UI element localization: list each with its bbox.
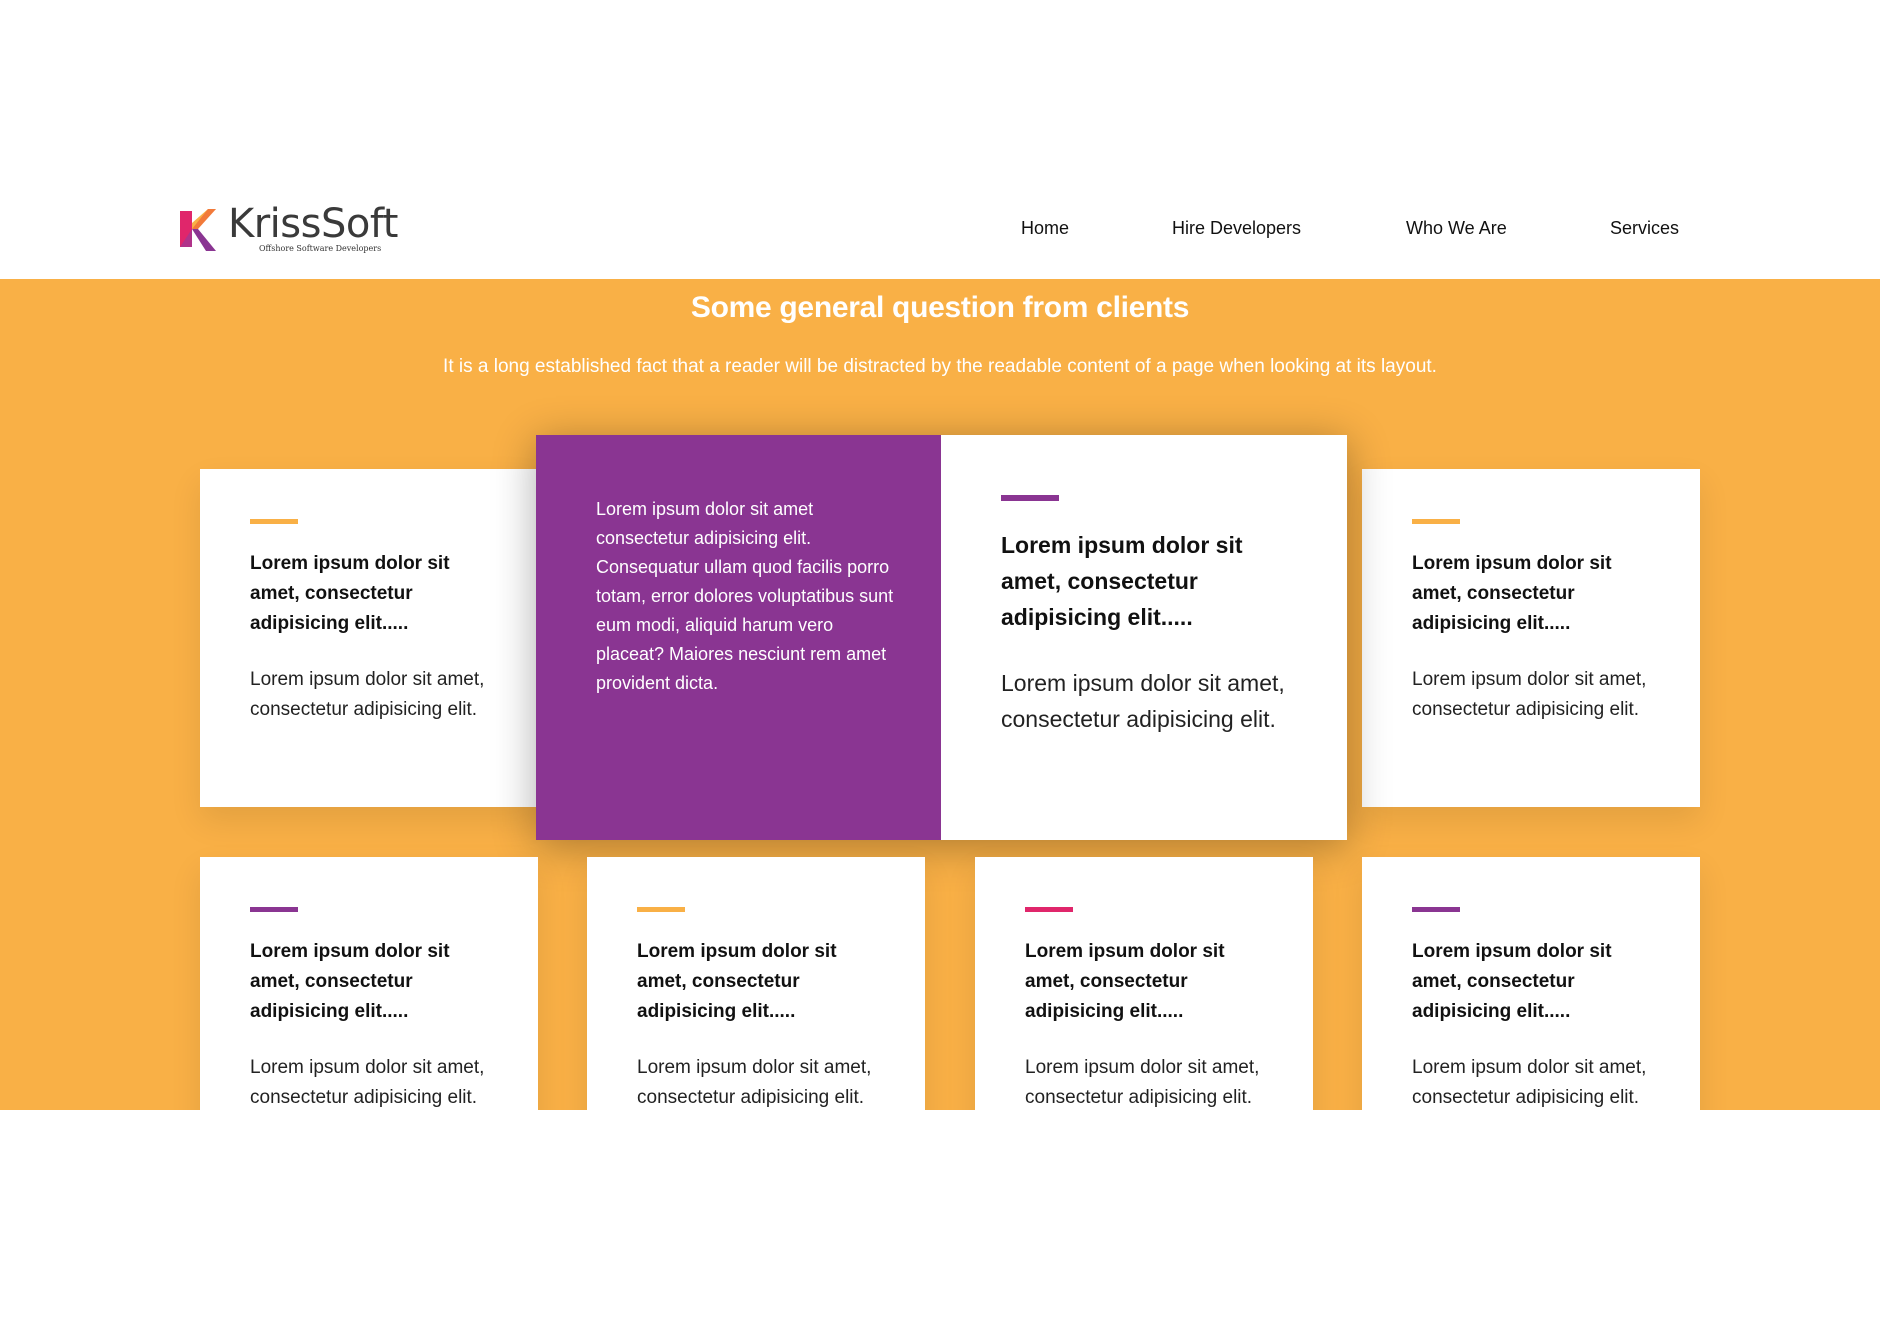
- nav-home[interactable]: Home: [1021, 218, 1069, 239]
- card-title: Lorem ipsum dolor sit amet, consectetur …: [637, 941, 837, 1022]
- faq-card: Lorem ipsum dolor sit amet, consectetur …: [200, 469, 538, 807]
- card-text: Lorem ipsum dolor sit amet, consectetur …: [1412, 1057, 1647, 1108]
- faq-card: Lorem ipsum dolor sit amet, consectetur …: [1362, 857, 1700, 1110]
- faq-card: Lorem ipsum dolor sit amet, consectetur …: [975, 857, 1313, 1110]
- card-text: Lorem ipsum dolor sit amet, consectetur …: [1025, 1057, 1260, 1108]
- card-text: Lorem ipsum dolor sit amet, consectetur …: [250, 669, 485, 720]
- brand-logo[interactable]: KrissSoft Offshore Software Developers: [178, 201, 398, 259]
- card-accent-bar: [1025, 907, 1073, 912]
- brand-name: KrissSoft: [228, 201, 398, 247]
- nav-hire-developers[interactable]: Hire Developers: [1172, 218, 1301, 239]
- faq-card: Lorem ipsum dolor sit amet, consectetur …: [200, 857, 538, 1110]
- card-title: Lorem ipsum dolor sit amet, consectetur …: [250, 941, 450, 1022]
- brand-tagline: Offshore Software Developers: [259, 244, 382, 253]
- featured-description: Lorem ipsum dolor sit amet consectetur a…: [596, 499, 894, 693]
- card-accent-bar: [250, 907, 298, 912]
- card-title: Lorem ipsum dolor sit amet, consectetur …: [1412, 553, 1612, 634]
- faq-card: Lorem ipsum dolor sit amet, consectetur …: [587, 857, 925, 1110]
- card-text: Lorem ipsum dolor sit amet, consectetur …: [250, 1057, 485, 1108]
- card-accent-bar: [1412, 907, 1460, 912]
- card-accent-bar: [637, 907, 685, 912]
- card-accent-bar: [1412, 519, 1460, 524]
- nav-services[interactable]: Services: [1610, 218, 1679, 239]
- faq-card: Lorem ipsum dolor sit amet, consectetur …: [1362, 469, 1700, 807]
- card-text: Lorem ipsum dolor sit amet, consectetur …: [1412, 669, 1647, 720]
- card-text: Lorem ipsum dolor sit amet, consectetur …: [1001, 670, 1285, 732]
- card-text: Lorem ipsum dolor sit amet, consectetur …: [637, 1057, 872, 1108]
- card-accent-bar: [250, 519, 298, 524]
- card-title: Lorem ipsum dolor sit amet, consectetur …: [1001, 532, 1243, 630]
- krisssoft-logo-icon: [180, 209, 216, 251]
- card-title: Lorem ipsum dolor sit amet, consectetur …: [1025, 941, 1225, 1022]
- section-title: Some general question from clients: [690, 291, 1190, 324]
- nav-who-we-are[interactable]: Who We Are: [1406, 218, 1507, 239]
- card-title: Lorem ipsum dolor sit amet, consectetur …: [1412, 941, 1612, 1022]
- faq-section: Some general question from clients It is…: [0, 279, 1880, 1110]
- featured-card-description-panel: Lorem ipsum dolor sit amet consectetur a…: [536, 435, 941, 840]
- featured-card: Lorem ipsum dolor sit amet consectetur a…: [536, 435, 1347, 840]
- section-subtitle: It is a long established fact that a rea…: [443, 356, 1437, 377]
- featured-card-content-panel: Lorem ipsum dolor sit amet, consectetur …: [941, 435, 1347, 840]
- card-title: Lorem ipsum dolor sit amet, consectetur …: [250, 553, 450, 634]
- card-accent-bar: [1001, 495, 1059, 501]
